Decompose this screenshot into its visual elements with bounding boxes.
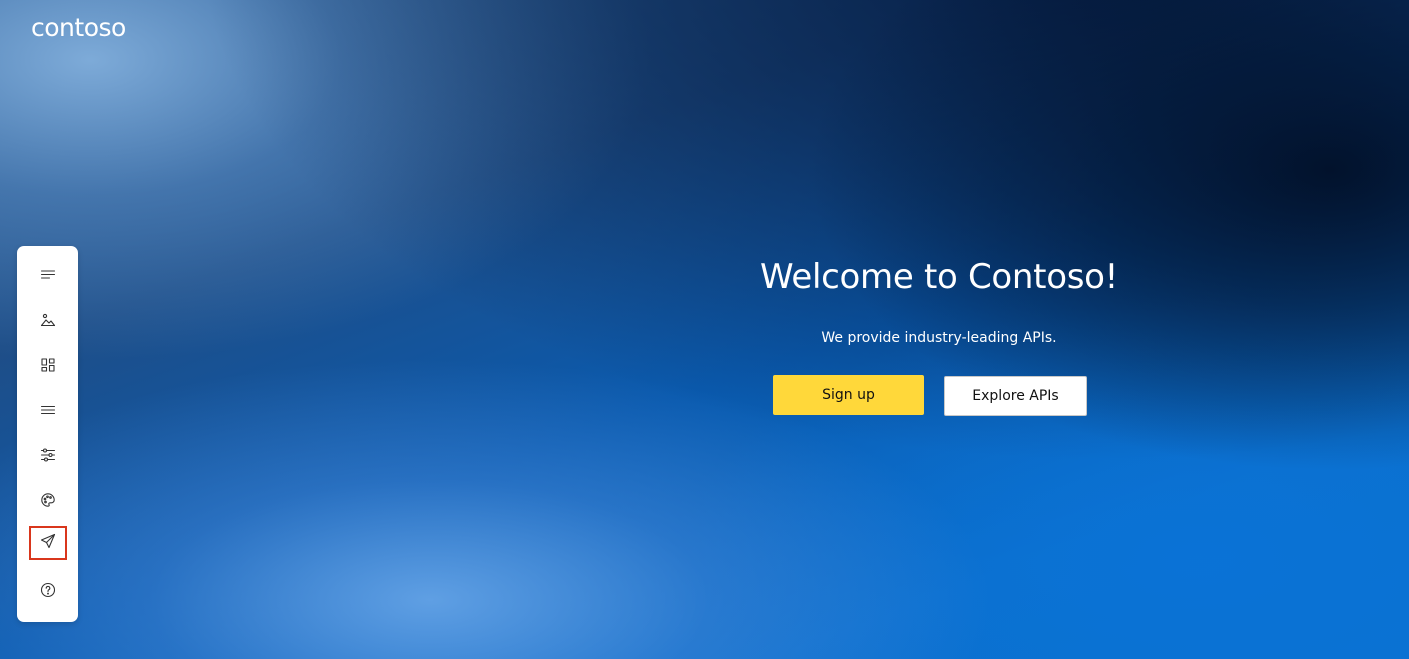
sidebar-item-widgets[interactable] <box>30 351 65 383</box>
explore-apis-button[interactable]: Explore APIs <box>944 376 1087 416</box>
hero-subtitle: We provide industry-leading APIs. <box>821 330 1057 346</box>
sidebar-item-styles[interactable] <box>30 486 65 518</box>
text-lines-icon <box>40 267 56 288</box>
hero-title: Welcome to Contoso! <box>760 257 1118 297</box>
send-icon <box>40 533 56 554</box>
palette-icon <box>40 492 56 513</box>
sidebar-item-help[interactable] <box>30 576 65 608</box>
sidebar-item-settings[interactable] <box>30 441 65 473</box>
sidebar-item-publish[interactable] <box>29 526 67 560</box>
contoso-logo[interactable]: contoso <box>31 13 126 42</box>
widgets-icon <box>40 357 56 378</box>
sidebar-toolbar <box>17 246 78 622</box>
sidebar-item-media[interactable] <box>30 306 65 338</box>
sidebar-item-text[interactable] <box>30 261 65 293</box>
hero-section: Welcome to Contoso! We provide industry-… <box>700 250 1178 347</box>
sliders-icon <box>40 447 56 468</box>
help-icon <box>40 582 56 603</box>
image-icon <box>40 312 56 333</box>
sign-up-button[interactable]: Sign up <box>773 375 924 415</box>
sidebar-item-menu[interactable] <box>30 396 65 428</box>
menu-icon <box>40 402 56 423</box>
